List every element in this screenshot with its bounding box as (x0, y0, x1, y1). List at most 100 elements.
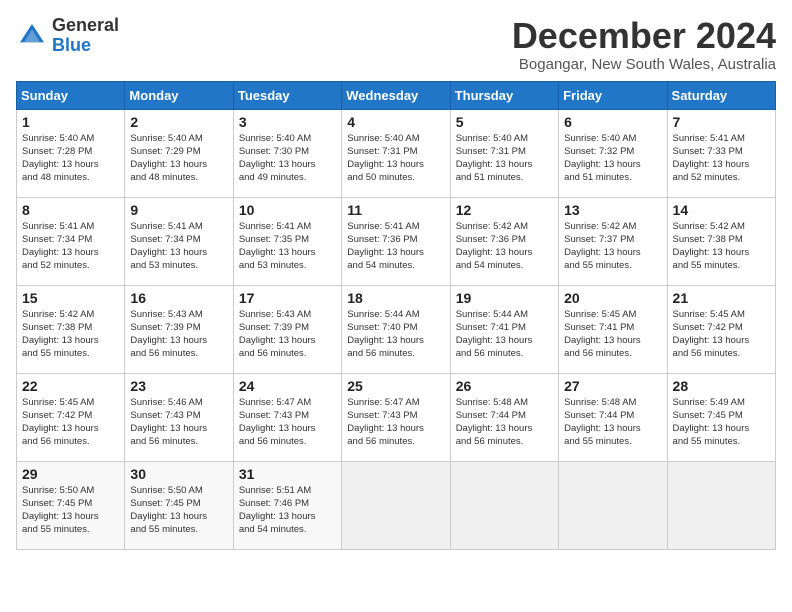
day-number: 5 (456, 114, 553, 130)
list-item: 21 Sunrise: 5:45 AMSunset: 7:42 PMDaylig… (667, 285, 775, 373)
list-item: 17 Sunrise: 5:43 AMSunset: 7:39 PMDaylig… (233, 285, 341, 373)
table-row: 22 Sunrise: 5:45 AMSunset: 7:42 PMDaylig… (17, 373, 776, 461)
day-info: Sunrise: 5:50 AMSunset: 7:45 PMDaylight:… (22, 485, 99, 536)
day-info: Sunrise: 5:42 AMSunset: 7:36 PMDaylight:… (456, 221, 533, 272)
day-number: 12 (456, 202, 553, 218)
day-info: Sunrise: 5:41 AMSunset: 7:33 PMDaylight:… (673, 133, 750, 184)
list-item: 6 Sunrise: 5:40 AMSunset: 7:32 PMDayligh… (559, 109, 667, 197)
table-row: 15 Sunrise: 5:42 AMSunset: 7:38 PMDaylig… (17, 285, 776, 373)
calendar-subtitle: Bogangar, New South Wales, Australia (512, 56, 776, 73)
day-info: Sunrise: 5:47 AMSunset: 7:43 PMDaylight:… (347, 397, 424, 448)
list-item: 26 Sunrise: 5:48 AMSunset: 7:44 PMDaylig… (450, 373, 558, 461)
day-info: Sunrise: 5:41 AMSunset: 7:34 PMDaylight:… (22, 221, 99, 272)
day-number: 25 (347, 378, 444, 394)
day-info: Sunrise: 5:42 AMSunset: 7:38 PMDaylight:… (673, 221, 750, 272)
list-item: 1 Sunrise: 5:40 AMSunset: 7:28 PMDayligh… (17, 109, 125, 197)
col-saturday: Saturday (667, 81, 775, 109)
day-info: Sunrise: 5:42 AMSunset: 7:38 PMDaylight:… (22, 309, 99, 360)
col-tuesday: Tuesday (233, 81, 341, 109)
day-info: Sunrise: 5:49 AMSunset: 7:45 PMDaylight:… (673, 397, 750, 448)
day-info: Sunrise: 5:48 AMSunset: 7:44 PMDaylight:… (456, 397, 533, 448)
page-header: General Blue December 2024 Bogangar, New… (16, 16, 776, 73)
day-number: 31 (239, 466, 336, 482)
day-info: Sunrise: 5:42 AMSunset: 7:37 PMDaylight:… (564, 221, 641, 272)
list-item (559, 461, 667, 549)
day-number: 19 (456, 290, 553, 306)
day-number: 14 (673, 202, 770, 218)
day-number: 7 (673, 114, 770, 130)
day-number: 15 (22, 290, 119, 306)
list-item: 23 Sunrise: 5:46 AMSunset: 7:43 PMDaylig… (125, 373, 233, 461)
day-number: 17 (239, 290, 336, 306)
day-number: 23 (130, 378, 227, 394)
day-number: 30 (130, 466, 227, 482)
list-item: 3 Sunrise: 5:40 AMSunset: 7:30 PMDayligh… (233, 109, 341, 197)
day-info: Sunrise: 5:46 AMSunset: 7:43 PMDaylight:… (130, 397, 207, 448)
day-info: Sunrise: 5:50 AMSunset: 7:45 PMDaylight:… (130, 485, 207, 536)
list-item: 29 Sunrise: 5:50 AMSunset: 7:45 PMDaylig… (17, 461, 125, 549)
day-number: 6 (564, 114, 661, 130)
day-number: 24 (239, 378, 336, 394)
day-info: Sunrise: 5:51 AMSunset: 7:46 PMDaylight:… (239, 485, 316, 536)
title-block: December 2024 Bogangar, New South Wales,… (512, 16, 776, 73)
col-thursday: Thursday (450, 81, 558, 109)
day-info: Sunrise: 5:40 AMSunset: 7:30 PMDaylight:… (239, 133, 316, 184)
day-info: Sunrise: 5:40 AMSunset: 7:28 PMDaylight:… (22, 133, 99, 184)
list-item: 11 Sunrise: 5:41 AMSunset: 7:36 PMDaylig… (342, 197, 450, 285)
list-item: 28 Sunrise: 5:49 AMSunset: 7:45 PMDaylig… (667, 373, 775, 461)
list-item: 20 Sunrise: 5:45 AMSunset: 7:41 PMDaylig… (559, 285, 667, 373)
day-info: Sunrise: 5:40 AMSunset: 7:31 PMDaylight:… (456, 133, 533, 184)
col-wednesday: Wednesday (342, 81, 450, 109)
list-item: 8 Sunrise: 5:41 AMSunset: 7:34 PMDayligh… (17, 197, 125, 285)
list-item: 22 Sunrise: 5:45 AMSunset: 7:42 PMDaylig… (17, 373, 125, 461)
day-info: Sunrise: 5:41 AMSunset: 7:35 PMDaylight:… (239, 221, 316, 272)
day-number: 9 (130, 202, 227, 218)
day-number: 1 (22, 114, 119, 130)
list-item: 2 Sunrise: 5:40 AMSunset: 7:29 PMDayligh… (125, 109, 233, 197)
day-number: 8 (22, 202, 119, 218)
day-info: Sunrise: 5:48 AMSunset: 7:44 PMDaylight:… (564, 397, 641, 448)
day-info: Sunrise: 5:41 AMSunset: 7:34 PMDaylight:… (130, 221, 207, 272)
list-item: 9 Sunrise: 5:41 AMSunset: 7:34 PMDayligh… (125, 197, 233, 285)
list-item: 12 Sunrise: 5:42 AMSunset: 7:36 PMDaylig… (450, 197, 558, 285)
header-row: Sunday Monday Tuesday Wednesday Thursday… (17, 81, 776, 109)
day-info: Sunrise: 5:44 AMSunset: 7:41 PMDaylight:… (456, 309, 533, 360)
day-number: 27 (564, 378, 661, 394)
day-number: 18 (347, 290, 444, 306)
day-number: 22 (22, 378, 119, 394)
day-info: Sunrise: 5:40 AMSunset: 7:32 PMDaylight:… (564, 133, 641, 184)
list-item: 7 Sunrise: 5:41 AMSunset: 7:33 PMDayligh… (667, 109, 775, 197)
day-number: 3 (239, 114, 336, 130)
calendar-table: Sunday Monday Tuesday Wednesday Thursday… (16, 81, 776, 550)
table-row: 8 Sunrise: 5:41 AMSunset: 7:34 PMDayligh… (17, 197, 776, 285)
list-item: 14 Sunrise: 5:42 AMSunset: 7:38 PMDaylig… (667, 197, 775, 285)
list-item: 4 Sunrise: 5:40 AMSunset: 7:31 PMDayligh… (342, 109, 450, 197)
day-info: Sunrise: 5:40 AMSunset: 7:31 PMDaylight:… (347, 133, 424, 184)
day-number: 28 (673, 378, 770, 394)
day-number: 11 (347, 202, 444, 218)
logo-general: General (52, 16, 119, 36)
day-info: Sunrise: 5:40 AMSunset: 7:29 PMDaylight:… (130, 133, 207, 184)
day-info: Sunrise: 5:44 AMSunset: 7:40 PMDaylight:… (347, 309, 424, 360)
list-item: 13 Sunrise: 5:42 AMSunset: 7:37 PMDaylig… (559, 197, 667, 285)
logo-blue: Blue (52, 36, 119, 56)
day-number: 13 (564, 202, 661, 218)
day-number: 21 (673, 290, 770, 306)
list-item: 18 Sunrise: 5:44 AMSunset: 7:40 PMDaylig… (342, 285, 450, 373)
day-info: Sunrise: 5:45 AMSunset: 7:41 PMDaylight:… (564, 309, 641, 360)
day-number: 20 (564, 290, 661, 306)
day-number: 16 (130, 290, 227, 306)
list-item (342, 461, 450, 549)
list-item: 19 Sunrise: 5:44 AMSunset: 7:41 PMDaylig… (450, 285, 558, 373)
table-row: 29 Sunrise: 5:50 AMSunset: 7:45 PMDaylig… (17, 461, 776, 549)
list-item: 31 Sunrise: 5:51 AMSunset: 7:46 PMDaylig… (233, 461, 341, 549)
calendar-title: December 2024 (512, 16, 776, 56)
col-monday: Monday (125, 81, 233, 109)
list-item: 5 Sunrise: 5:40 AMSunset: 7:31 PMDayligh… (450, 109, 558, 197)
table-row: 1 Sunrise: 5:40 AMSunset: 7:28 PMDayligh… (17, 109, 776, 197)
logo: General Blue (16, 16, 119, 56)
day-number: 29 (22, 466, 119, 482)
day-number: 26 (456, 378, 553, 394)
day-info: Sunrise: 5:43 AMSunset: 7:39 PMDaylight:… (130, 309, 207, 360)
list-item: 27 Sunrise: 5:48 AMSunset: 7:44 PMDaylig… (559, 373, 667, 461)
